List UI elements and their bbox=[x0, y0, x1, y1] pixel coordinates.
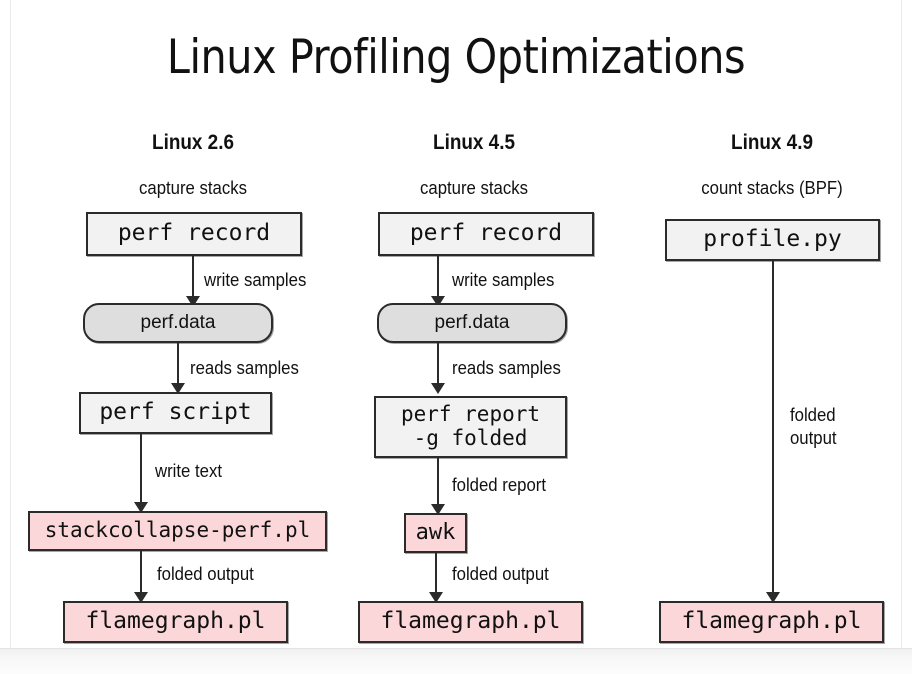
arrow-line-26-2 bbox=[177, 343, 179, 387]
node-perf-data-26[interactable]: perf.data bbox=[83, 303, 273, 343]
arrow-line-26-3 bbox=[140, 434, 142, 506]
column-subtitle-linux-26: capture stacks bbox=[139, 178, 247, 198]
node-label: perf report -g folded bbox=[400, 402, 541, 450]
column-title-linux-45: Linux 4.5 bbox=[433, 131, 515, 154]
arrow-line-26-4 bbox=[140, 551, 142, 596]
node-stackcollapse-26[interactable]: stackcollapse-perf.pl bbox=[28, 511, 327, 551]
slide-bottom-strip bbox=[0, 648, 912, 674]
arrow-head-45-2 bbox=[431, 383, 445, 394]
node-perf-data-45[interactable]: perf.data bbox=[377, 303, 567, 343]
edge-label-write-samples-26: write samples bbox=[204, 270, 307, 290]
arrow-line-26-1 bbox=[192, 256, 194, 300]
node-label: stackcollapse-perf.pl bbox=[44, 518, 311, 543]
node-label: perf script bbox=[99, 399, 252, 426]
node-flamegraph-49[interactable]: flamegraph.pl bbox=[659, 601, 884, 643]
node-flamegraph-45[interactable]: flamegraph.pl bbox=[358, 601, 583, 643]
node-label: profile.py bbox=[703, 226, 842, 253]
node-label: flamegraph.pl bbox=[681, 608, 862, 635]
arrow-line-45-1 bbox=[437, 256, 439, 300]
page-title: Linux Profiling Optimizations bbox=[166, 30, 746, 85]
node-label: flamegraph.pl bbox=[380, 608, 561, 635]
edge-label-write-samples-45: write samples bbox=[452, 270, 555, 290]
edge-label-reads-samples-45: reads samples bbox=[452, 358, 561, 378]
arrow-line-49-1 bbox=[772, 261, 774, 596]
node-label: flamegraph.pl bbox=[85, 608, 266, 635]
slide-left-border bbox=[10, 0, 11, 648]
node-label: perf record bbox=[117, 220, 271, 247]
slide-right-border bbox=[901, 0, 902, 648]
edge-label-folded-output-49: folded output bbox=[790, 405, 837, 448]
arrow-line-45-4 bbox=[435, 553, 437, 596]
column-subtitle-linux-45: capture stacks bbox=[420, 178, 528, 198]
edge-label-folded-output-45: folded output bbox=[452, 564, 549, 584]
node-perf-record-45[interactable]: perf record bbox=[378, 212, 594, 256]
column-title-linux-26: Linux 2.6 bbox=[152, 131, 234, 154]
node-perf-script-26[interactable]: perf script bbox=[79, 392, 272, 434]
node-label: awk bbox=[415, 519, 456, 545]
edge-label-folded-output-26: folded output bbox=[157, 564, 254, 584]
column-title-linux-49: Linux 4.9 bbox=[731, 131, 813, 154]
arrow-line-45-2 bbox=[437, 343, 439, 387]
slide-canvas: Linux Profiling Optimizations Linux 2.6 … bbox=[0, 0, 912, 674]
node-label: perf.data bbox=[140, 312, 216, 334]
arrow-line-45-3 bbox=[437, 458, 439, 508]
edge-label-write-text-26: write text bbox=[155, 461, 222, 481]
node-awk-45[interactable]: awk bbox=[404, 513, 467, 553]
node-perf-record-26[interactable]: perf record bbox=[86, 212, 302, 256]
node-profile-py-49[interactable]: profile.py bbox=[665, 219, 880, 261]
node-flamegraph-26[interactable]: flamegraph.pl bbox=[63, 601, 288, 643]
column-subtitle-linux-49: count stacks (BPF) bbox=[701, 178, 843, 198]
node-label: perf record bbox=[409, 220, 563, 247]
node-perf-report-folded-45[interactable]: perf report -g folded bbox=[374, 396, 567, 458]
edge-label-folded-report-45: folded report bbox=[452, 475, 547, 495]
node-label: perf.data bbox=[434, 312, 510, 334]
edge-label-reads-samples-26: reads samples bbox=[190, 358, 299, 378]
